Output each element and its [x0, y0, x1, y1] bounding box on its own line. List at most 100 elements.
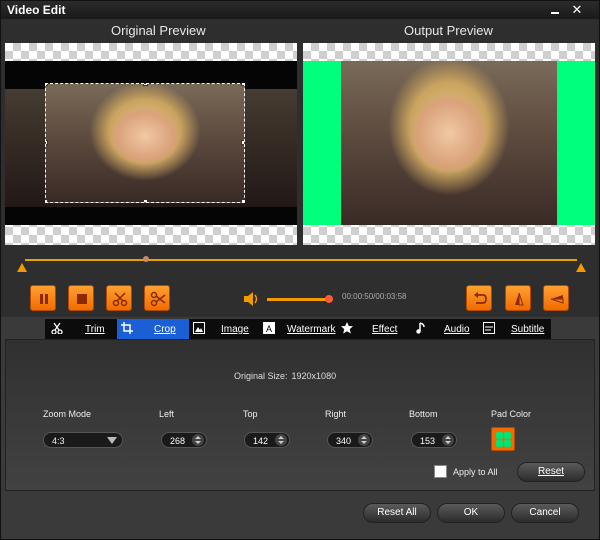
- split-button[interactable]: [144, 285, 170, 311]
- pad-color-label: Pad Color: [491, 409, 532, 419]
- close-icon: ✕: [571, 2, 583, 17]
- reset-button[interactable]: Reset: [517, 462, 585, 482]
- output-video-frame: [341, 61, 557, 225]
- left-stepper[interactable]: 268: [161, 432, 207, 448]
- title-bar: Video Edit ✕: [1, 1, 599, 19]
- timeline-playhead[interactable]: [143, 256, 149, 262]
- top-value: 142: [253, 436, 269, 446]
- trim-end-marker[interactable]: [576, 263, 586, 272]
- reset-all-button[interactable]: Reset All: [363, 503, 431, 523]
- pad-color-swatch: [504, 440, 511, 447]
- tab-watermark-label: Watermark: [287, 324, 336, 335]
- pad-color-swatch: [496, 432, 503, 439]
- crop-handle-top-left[interactable]: [46, 84, 48, 86]
- rotate-button[interactable]: [466, 285, 492, 311]
- apply-to-all-checkbox[interactable]: [434, 465, 447, 478]
- crop-handle-top[interactable]: [143, 84, 148, 86]
- minimize-icon: [551, 12, 559, 14]
- tab-effect[interactable]: Effect: [341, 319, 403, 339]
- preview-area: Original Preview Output Preview: [1, 19, 599, 251]
- star-icon: [341, 322, 353, 334]
- output-preview-pane: [303, 43, 595, 245]
- timeline[interactable]: [1, 251, 599, 281]
- playback-controls: 00:00:50/00:03:58: [1, 281, 599, 317]
- crop-handle-bottom-right[interactable]: [241, 199, 244, 202]
- edit-tabs: Trim Crop Image A Watermark Effect Audio…: [45, 319, 551, 339]
- watermark-icon: A: [263, 322, 275, 334]
- output-preview-label: Output Preview: [404, 23, 493, 38]
- original-size: Original Size: 1920x1080: [234, 371, 336, 381]
- stepper-arrows-icon[interactable]: [442, 434, 454, 446]
- bottom-label: Bottom: [409, 409, 438, 419]
- tab-watermark[interactable]: A Watermark: [261, 319, 339, 339]
- pause-icon: [40, 294, 48, 304]
- svg-text:A: A: [266, 324, 272, 334]
- original-size-label: Original Size:: [234, 371, 288, 381]
- crop-handle-right[interactable]: [241, 140, 244, 145]
- apply-to-all-label: Apply to All: [453, 467, 498, 477]
- left-label: Left: [159, 409, 175, 419]
- pad-right: [557, 61, 595, 225]
- pause-button[interactable]: [30, 285, 56, 311]
- original-preview-pane: [5, 43, 297, 245]
- pad-left: [303, 61, 341, 225]
- bottom-stepper[interactable]: 153: [411, 432, 457, 448]
- volume-slider[interactable]: [267, 298, 329, 301]
- stepper-arrows-icon[interactable]: [275, 434, 287, 446]
- crop-selection-box[interactable]: [45, 83, 245, 203]
- crop-handle-bottom-left[interactable]: [46, 199, 48, 202]
- original-size-value: 1920x1080: [291, 371, 337, 381]
- stop-button[interactable]: [68, 285, 94, 311]
- tab-subtitle[interactable]: Subtitle: [481, 319, 549, 339]
- tab-image[interactable]: Image: [191, 319, 253, 339]
- right-stepper[interactable]: 340: [327, 432, 373, 448]
- zoom-mode-label: Zoom Mode: [43, 409, 92, 419]
- volume-icon[interactable]: [243, 291, 261, 307]
- subtitle-icon: [483, 322, 495, 334]
- undo-rotate-icon: [474, 292, 487, 304]
- flip-vertical-icon: [515, 292, 524, 306]
- video-edit-window: Video Edit ✕ Original Preview Output Pre…: [0, 0, 600, 540]
- close-button[interactable]: ✕: [567, 3, 587, 16]
- tab-trim[interactable]: Trim: [45, 319, 115, 339]
- pad-color-swatch: [496, 440, 503, 447]
- ok-button[interactable]: OK: [437, 503, 505, 523]
- minimize-button[interactable]: [545, 3, 565, 16]
- crop-handle-left[interactable]: [46, 140, 48, 145]
- top-label: Top: [243, 409, 258, 419]
- tab-effect-label: Effect: [372, 324, 398, 335]
- flip-horizontal-button[interactable]: [543, 285, 569, 311]
- right-value: 340: [336, 436, 352, 446]
- bottom-value: 153: [420, 436, 436, 446]
- crop-icon: [121, 322, 133, 334]
- flip-horizontal-icon: [550, 295, 564, 304]
- cut-button[interactable]: [106, 285, 132, 311]
- stepper-arrows-icon[interactable]: [358, 434, 370, 446]
- zoom-mode-select[interactable]: 4:3: [43, 432, 123, 448]
- scissors-icon: [112, 292, 128, 307]
- crop-handle-bottom[interactable]: [143, 199, 148, 202]
- trim-start-marker[interactable]: [17, 263, 27, 272]
- timeline-track[interactable]: [25, 259, 577, 261]
- tab-image-label: Image: [221, 324, 249, 335]
- cancel-button[interactable]: Cancel: [511, 503, 579, 523]
- ok-label: OK: [463, 507, 479, 518]
- time-readout: 00:00:50/00:03:58: [342, 292, 407, 301]
- top-stepper[interactable]: 142: [244, 432, 290, 448]
- left-value: 268: [170, 436, 186, 446]
- dialog-footer: Reset All OK Cancel: [1, 491, 599, 539]
- tab-audio-label: Audio: [444, 324, 470, 335]
- tab-crop[interactable]: Crop: [117, 319, 189, 339]
- pad-color-button[interactable]: [491, 427, 515, 451]
- flip-vertical-button[interactable]: [505, 285, 531, 311]
- image-icon: [193, 322, 205, 334]
- stop-icon: [77, 294, 87, 304]
- volume-slider-knob[interactable]: [325, 295, 333, 303]
- original-preview-label: Original Preview: [111, 23, 206, 38]
- chevron-down-icon: [107, 437, 117, 444]
- stepper-arrows-icon[interactable]: [192, 434, 204, 446]
- zoom-mode-value: 4:3: [52, 436, 65, 446]
- tab-audio[interactable]: Audio: [411, 319, 473, 339]
- crop-handle-top-right[interactable]: [241, 84, 244, 86]
- tab-subtitle-label: Subtitle: [511, 324, 545, 335]
